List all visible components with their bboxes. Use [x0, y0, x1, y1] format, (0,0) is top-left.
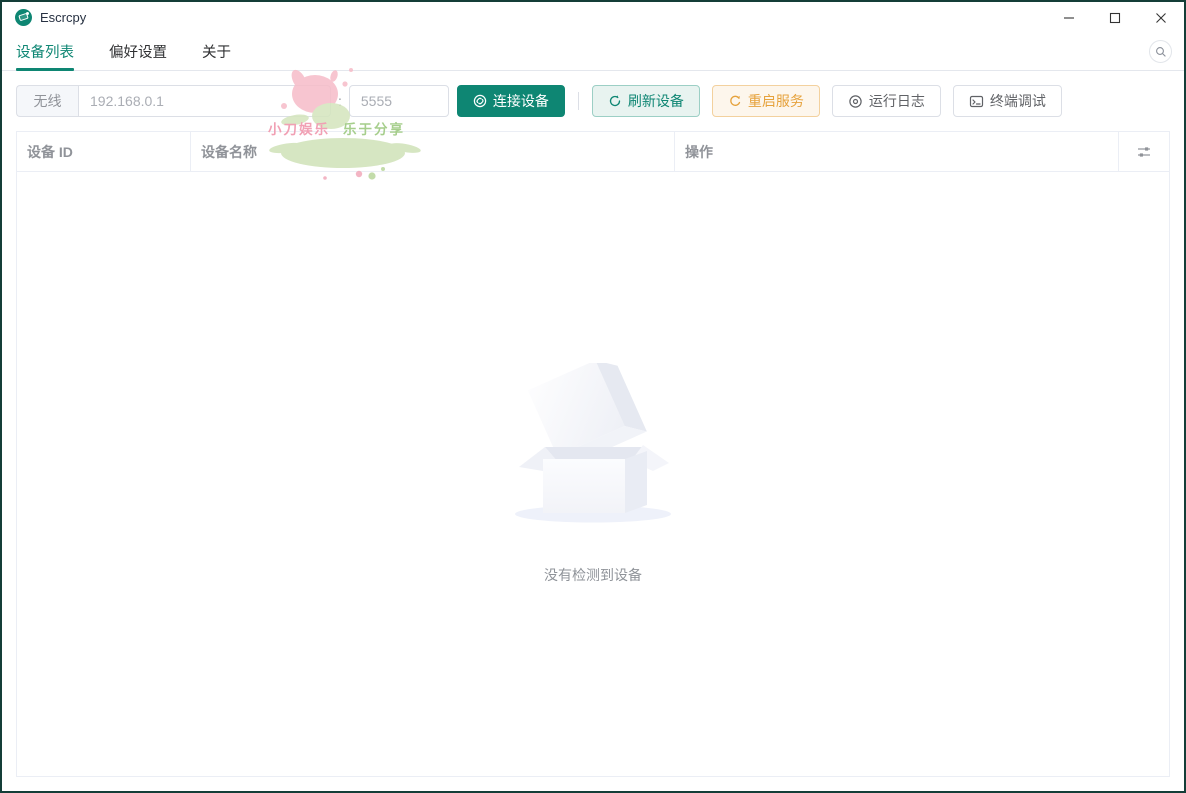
close-icon [1156, 12, 1166, 23]
tab-bar: 设备列表 偏好设置 关于 [2, 33, 1184, 71]
view-logs-icon [849, 94, 862, 108]
toolbar-divider [577, 92, 579, 110]
port-separator: : [338, 93, 342, 109]
column-settings-button[interactable] [1119, 132, 1169, 171]
tab-preferences-label: 偏好设置 [109, 45, 167, 61]
maximize-button[interactable] [1092, 2, 1138, 33]
column-settings-icon [1138, 146, 1150, 157]
column-device-name: 设备名称 [191, 132, 675, 171]
tab-device-list[interactable]: 设备列表 [16, 33, 74, 71]
restart-icon [730, 95, 741, 106]
tab-about-label: 关于 [202, 45, 231, 61]
column-actions: 操作 [675, 132, 1119, 171]
tab-device-list-label: 设备列表 [16, 45, 74, 61]
connect-device-button[interactable]: 连接设备 [456, 85, 565, 117]
minimize-icon [1064, 16, 1074, 19]
empty-box-illustration [515, 363, 671, 523]
tab-about[interactable]: 关于 [202, 33, 231, 70]
app-logo-icon [15, 9, 32, 26]
refresh-devices-label: 刷新设备 [627, 93, 684, 109]
search-button[interactable] [1149, 40, 1172, 63]
title-bar: Escrcpy [2, 2, 1184, 33]
search-icon [1155, 46, 1166, 57]
device-table-header: 设备 ID 设备名称 操作 [17, 132, 1169, 172]
window-title: Escrcpy [40, 10, 87, 25]
device-toolbar: 无线 : 连接设备 刷新设备 重启服务 [2, 71, 1184, 131]
maximize-icon [1109, 12, 1121, 23]
device-table-body: 没有检测到设备 [17, 172, 1169, 776]
restart-service-button[interactable]: 重启服务 [711, 85, 820, 117]
wireless-address-group: 无线 [16, 85, 331, 117]
minimize-button[interactable] [1046, 2, 1092, 33]
refresh-icon [609, 95, 621, 107]
run-logs-button[interactable]: 运行日志 [831, 85, 941, 117]
port-input[interactable] [348, 85, 449, 117]
app-window: Escrcpy 设备列表 偏好设置 关于 无线 192.168.0.1: 55… [0, 0, 1186, 793]
run-logs-label: 运行日志 [868, 93, 925, 109]
tab-preferences[interactable]: 偏好设置 [109, 33, 167, 70]
restart-service-label: 重启服务 [747, 93, 804, 109]
window-controls [1046, 2, 1184, 33]
terminal-debug-label: 终端调试 [989, 93, 1046, 109]
connect-device-label: 连接设备 [492, 93, 549, 109]
device-table: 设备 ID 设备名称 操作 没有检测到设备 [16, 131, 1170, 777]
column-device-id: 设备 ID [17, 132, 191, 171]
wireless-label: 无线 [16, 85, 78, 117]
terminal-debug-button[interactable]: 终端调试 [952, 85, 1062, 117]
close-button[interactable] [1138, 2, 1184, 33]
terminal-icon [969, 95, 983, 107]
ip-address-input[interactable] [78, 85, 331, 117]
link-icon [473, 94, 487, 108]
empty-state-text: 没有检测到设备 [544, 567, 642, 583]
refresh-devices-button[interactable]: 刷新设备 [591, 85, 700, 117]
